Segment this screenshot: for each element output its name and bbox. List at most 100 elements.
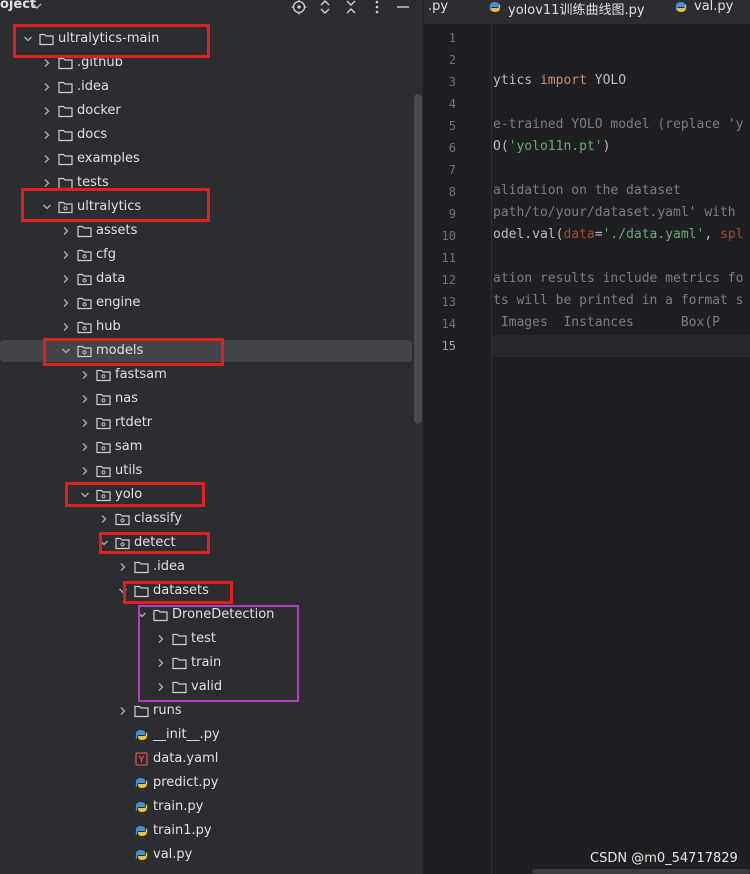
code-token: YOLO: [586, 73, 627, 88]
folder-icon: [77, 225, 92, 238]
tree-item-engine[interactable]: engine: [0, 292, 416, 316]
code-line-12[interactable]: ation results include metrics fo: [493, 271, 743, 286]
chevron-right-icon[interactable]: [60, 297, 72, 309]
code-line-6[interactable]: O('yolo11n.pt'): [493, 139, 610, 154]
tree-item-label: assets: [96, 223, 138, 238]
highlight-box-ultralytics-main: [13, 24, 210, 58]
chevron-right-icon[interactable]: [98, 513, 110, 525]
python-file-icon: [489, 2, 501, 12]
chevron-right-icon[interactable]: [79, 417, 91, 429]
tree-item-label: classify: [134, 511, 182, 526]
tree-item-classify[interactable]: classify: [0, 508, 416, 532]
locate-icon[interactable]: [291, 0, 307, 15]
code-token: ytics: [493, 73, 540, 88]
highlight-box-yolo: [65, 482, 205, 507]
chevron-right-icon[interactable]: [79, 369, 91, 381]
minimize-icon[interactable]: [395, 0, 411, 15]
package-folder-icon: [96, 369, 111, 382]
chevron-right-icon[interactable]: [60, 249, 72, 261]
code-param: spl: [720, 227, 744, 242]
tree-item-train-py[interactable]: train.py: [0, 796, 416, 820]
code-line-10[interactable]: odel.val(data='./data.yaml', spl: [493, 227, 743, 242]
tree-item-docs[interactable]: docs: [0, 124, 416, 148]
chevron-right-icon[interactable]: [79, 441, 91, 453]
code-line-9[interactable]: path/to/your/dataset.yaml' with: [493, 205, 736, 220]
gutter-separator: [491, 24, 492, 874]
code-line-5[interactable]: e-trained YOLO model (replace 'y: [493, 117, 743, 132]
horizontal-scrollbar[interactable]: [532, 869, 750, 874]
tree-item-label: sam: [115, 439, 143, 454]
tree-item-utils[interactable]: utils: [0, 460, 416, 484]
tab-val-py[interactable]: val.py: [694, 0, 733, 14]
tree-item-yolo[interactable]: yolo: [0, 484, 416, 508]
code-line-14[interactable]: Images Instances Box(P: [493, 315, 720, 330]
code-editor[interactable]: 1 2 3 4 5 6 7 8 9 10 11 12 13 14 15 ytics import YOLO …: [424, 24, 750, 874]
line-number: 5: [448, 119, 456, 133]
tab-yolov11-curves[interactable]: yolov11训练曲线图.py: [508, 0, 645, 18]
code-line-3[interactable]: ytics import YOLO: [493, 73, 626, 88]
tree-item-sam[interactable]: sam: [0, 436, 416, 460]
vertical-scrollbar[interactable]: [414, 94, 422, 424]
code-param: data: [563, 227, 595, 242]
tree-item-init-py[interactable]: __init__.py: [0, 724, 416, 748]
tree-item-data[interactable]: data: [0, 268, 416, 292]
tree-item-nas[interactable]: nas: [0, 388, 416, 412]
yaml-file-icon: [135, 752, 148, 766]
tree-item-detect-idea[interactable]: .idea: [0, 556, 416, 580]
line-number: 15: [441, 339, 456, 353]
python-file-icon: [135, 826, 148, 836]
chevron-right-icon[interactable]: [41, 105, 53, 117]
more-icon[interactable]: [369, 0, 385, 15]
tree-item-cfg[interactable]: cfg: [0, 244, 416, 268]
package-folder-icon: [77, 321, 92, 334]
close-icon[interactable]: [343, 0, 359, 15]
tree-item-fastsam[interactable]: fastsam: [0, 364, 416, 388]
folder-icon: [58, 129, 73, 142]
project-panel-header: oject: [0, 0, 424, 16]
code-line-13[interactable]: ts will be printed in a format s: [493, 293, 743, 308]
tree-item-label: utils: [115, 463, 143, 478]
chevron-right-icon[interactable]: [117, 561, 129, 573]
highlight-box-dronedetection: [138, 605, 299, 702]
tree-item-label: train1.py: [153, 823, 212, 838]
highlight-box-datasets: [123, 581, 233, 604]
line-number: 6: [448, 141, 456, 155]
line-number: 9: [448, 207, 456, 221]
tree-item-hub[interactable]: hub: [0, 316, 416, 340]
line-number-gutter: 1 2 3 4 5 6 7 8 9 10 11 12 13 14 15: [424, 24, 491, 874]
tree-item-predict-py[interactable]: predict.py: [0, 772, 416, 796]
chevron-right-icon[interactable]: [60, 273, 72, 285]
chevron-right-icon[interactable]: [41, 81, 53, 93]
tree-item-rtdetr[interactable]: rtdetr: [0, 412, 416, 436]
tree-item-data-yaml[interactable]: data.yaml: [0, 748, 416, 772]
tree-item-label: .idea: [77, 79, 109, 94]
folder-icon: [134, 705, 149, 718]
watermark: CSDN @m0_54717829: [590, 851, 738, 866]
code-token: ): [602, 139, 611, 154]
tree-item-label: predict.py: [153, 775, 219, 790]
tree-item-idea[interactable]: .idea: [0, 76, 416, 100]
chevron-right-icon[interactable]: [79, 465, 91, 477]
tree-item-train1-py[interactable]: train1.py: [0, 820, 416, 844]
tree-item-docker[interactable]: docker: [0, 100, 416, 124]
folder-icon: [58, 105, 73, 118]
tree-item-examples[interactable]: examples: [0, 148, 416, 172]
line-number: 10: [441, 229, 456, 243]
tree-item-label: val.py: [153, 847, 193, 862]
tree-item-assets[interactable]: assets: [0, 220, 416, 244]
expand-collapse-icon[interactable]: [317, 0, 333, 15]
tree-item-val-py[interactable]: val.py: [0, 844, 416, 868]
chevron-right-icon[interactable]: [117, 705, 129, 717]
chevron-right-icon[interactable]: [41, 153, 53, 165]
code-line-8[interactable]: alidation on the dataset: [493, 183, 681, 198]
code-string: './data.yaml': [602, 227, 705, 242]
chevron-down-icon[interactable]: [30, 0, 44, 13]
chevron-right-icon[interactable]: [41, 129, 53, 141]
tab-partial[interactable]: .py: [428, 0, 448, 14]
code-keyword: import: [539, 73, 587, 88]
tree-item-runs[interactable]: runs: [0, 700, 416, 724]
chevron-right-icon[interactable]: [60, 225, 72, 237]
chevron-right-icon[interactable]: [41, 57, 53, 69]
chevron-right-icon[interactable]: [60, 321, 72, 333]
chevron-right-icon[interactable]: [79, 393, 91, 405]
